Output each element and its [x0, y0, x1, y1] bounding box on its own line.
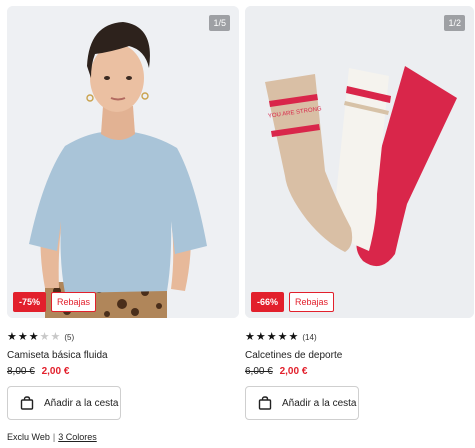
- image-counter: 1/5: [209, 15, 230, 31]
- sale-badge: Rebajas: [289, 292, 335, 312]
- new-price: 2,00 €: [41, 366, 70, 377]
- product-meta: Exclu Web | 3 Colores: [7, 432, 239, 442]
- add-to-cart-button[interactable]: Añadir a la cesta: [7, 386, 121, 420]
- sale-badge: Rebajas: [51, 292, 97, 312]
- add-to-cart-label: Añadir a la cesta: [282, 397, 357, 409]
- rating: ★ ★ ★ ★ ★ (14): [245, 331, 474, 343]
- image-counter: 1/2: [444, 15, 465, 31]
- colors-link[interactable]: 3 Colores: [58, 432, 97, 442]
- product-card[interactable]: 1/5 -75% Rebajas ★ ★ ★ ★ ★ (5) Camiseta …: [7, 6, 239, 442]
- star-icon: ★: [28, 330, 39, 343]
- discount-badge: -66%: [251, 292, 285, 312]
- star-icon: ★: [7, 330, 17, 343]
- shopping-bag-icon: [20, 396, 34, 410]
- discount-badge: -75%: [13, 292, 47, 312]
- tshirt-model-photo: [7, 6, 239, 318]
- badges: -66% Rebajas: [251, 292, 335, 312]
- divider: |: [52, 432, 56, 442]
- product-title[interactable]: Camiseta básica fluida: [7, 350, 239, 361]
- product-card[interactable]: YOU ARE STRONG 1/2 -66% Rebajas ★ ★ ★ ★ …: [245, 6, 474, 420]
- star-icon: ★: [277, 330, 288, 343]
- product-image[interactable]: 1/5 -75% Rebajas: [7, 6, 239, 318]
- exclu-web-tag: Exclu Web: [7, 432, 50, 442]
- rating: ★ ★ ★ ★ ★ (5): [7, 331, 239, 343]
- star-icon: ★: [17, 330, 28, 343]
- add-to-cart-label: Añadir a la cesta: [44, 397, 119, 409]
- star-icon: ★: [245, 330, 255, 343]
- price: 8,00 € 2,00 €: [7, 366, 239, 377]
- shopping-bag-icon: [258, 396, 272, 410]
- star-icon: ★: [50, 330, 61, 343]
- product-title[interactable]: Calcetines de deporte: [245, 350, 474, 361]
- product-image[interactable]: YOU ARE STRONG 1/2 -66% Rebajas: [245, 6, 474, 318]
- star-icon: ★: [266, 330, 277, 343]
- add-to-cart-button[interactable]: Añadir a la cesta: [245, 386, 359, 420]
- new-price: 2,00 €: [279, 366, 308, 377]
- price: 6,00 € 2,00 €: [245, 366, 474, 377]
- star-icon: ★: [288, 330, 299, 343]
- old-price: 6,00 €: [245, 366, 273, 377]
- review-count: (14): [302, 332, 317, 342]
- badges: -75% Rebajas: [13, 292, 97, 312]
- star-icon: ★: [255, 330, 266, 343]
- review-count: (5): [64, 332, 75, 342]
- socks-photo: YOU ARE STRONG: [245, 6, 474, 318]
- star-icon: ★: [39, 330, 50, 343]
- old-price: 8,00 €: [7, 366, 35, 377]
